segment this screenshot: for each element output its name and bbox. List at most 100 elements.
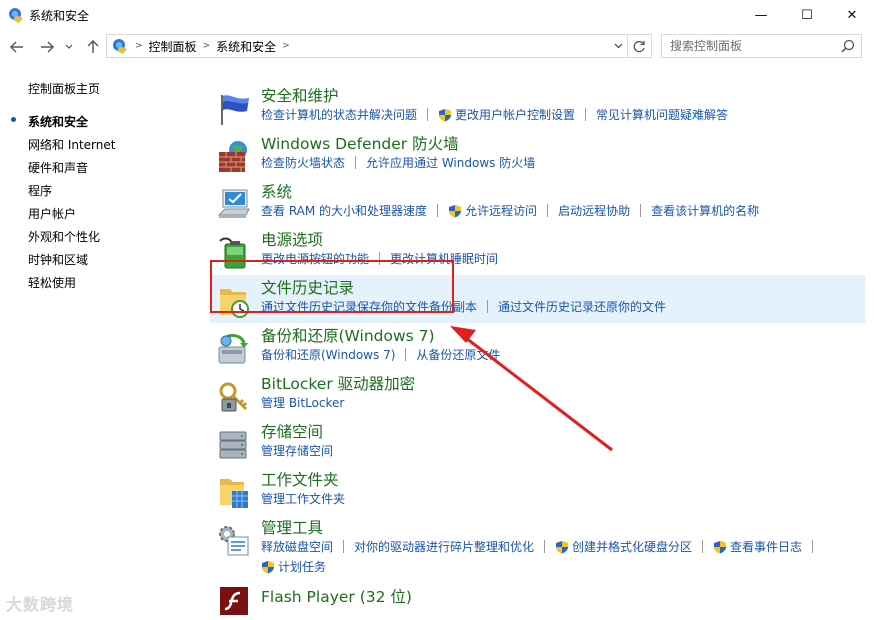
task-link[interactable]: 启动远程协助 — [558, 202, 630, 219]
category-links: 备份和还原(Windows 7) 从备份还原文件 — [261, 346, 500, 363]
search-box[interactable] — [661, 34, 862, 58]
control-panel-icon — [9, 8, 23, 23]
backup-icon — [218, 333, 248, 364]
forward-button[interactable] — [36, 35, 58, 59]
task-link[interactable]: 查看事件日志 — [730, 538, 802, 555]
task-link[interactable]: 允许应用通过 Windows 防火墙 — [366, 154, 535, 171]
refresh-icon — [633, 40, 645, 52]
task-link[interactable]: 常见计算机问题疑难解答 — [596, 106, 728, 123]
category-title[interactable]: 安全和维护 — [261, 84, 339, 106]
sidebar-item-programs[interactable]: 程序 — [28, 182, 52, 199]
category-links-row-2: 计划任务 — [261, 558, 326, 575]
category-links: 检查防火墙状态 允许应用通过 Windows 防火墙 — [261, 154, 535, 171]
window-title: 系统和安全 — [29, 9, 90, 23]
breadcrumb-system-security[interactable]: 系统和安全 — [216, 38, 276, 55]
task-link[interactable]: 管理工作文件夹 — [261, 490, 345, 507]
minimize-button[interactable]: — — [738, 0, 784, 30]
chevron-down-icon — [65, 44, 73, 49]
task-link[interactable]: 通过文件历史记录还原你的文件 — [498, 298, 666, 315]
category-title[interactable]: 工作文件夹 — [261, 468, 339, 490]
sidebar-item-hardware-sound[interactable]: 硬件和声音 — [28, 159, 88, 176]
task-link[interactable]: 对你的驱动器进行碎片整理和优化 — [354, 538, 534, 555]
category-title[interactable]: 电源选项 — [261, 228, 323, 250]
uac-shield-icon — [439, 108, 452, 121]
category-title[interactable]: 系统 — [261, 180, 292, 202]
bitlocker-icon — [219, 382, 248, 412]
category-links: 管理 BitLocker — [261, 394, 344, 411]
link-divider — [640, 204, 642, 217]
category-title[interactable]: 管理工具 — [261, 516, 323, 538]
flag-icon — [221, 95, 249, 125]
category-title[interactable]: 备份和还原(Windows 7) — [261, 324, 435, 346]
up-button[interactable] — [82, 35, 104, 59]
back-button[interactable] — [6, 35, 28, 59]
breadcrumb-separator[interactable]: > — [282, 41, 290, 51]
link-divider — [405, 348, 407, 361]
work-folders-icon — [220, 479, 248, 508]
task-link[interactable]: 管理存储空间 — [261, 442, 333, 459]
task-link[interactable]: 允许远程访问 — [465, 202, 537, 219]
breadcrumb-separator[interactable]: > — [135, 41, 143, 51]
category-firewall: Windows Defender 防火墙 检查防火墙状态 允许应用通过 Wind… — [210, 131, 865, 179]
uac-shield-icon — [449, 204, 462, 217]
link-divider — [812, 540, 814, 553]
sidebar-item-network[interactable]: 网络和 Internet — [28, 136, 115, 153]
category-storage-spaces: 存储空间 管理存储空间 — [210, 419, 865, 467]
uac-shield-icon — [714, 540, 727, 553]
category-work-folders: 工作文件夹 管理工作文件夹 — [210, 467, 865, 515]
category-links: 释放磁盘空间 对你的驱动器进行碎片整理和优化 创建并格式化硬盘分区 查看事件日志 — [261, 538, 823, 555]
category-title[interactable]: BitLocker 驱动器加密 — [261, 372, 415, 394]
link-divider — [427, 108, 429, 121]
computer-icon — [217, 189, 250, 218]
control-panel-icon — [113, 39, 127, 54]
task-link[interactable]: 查看 RAM 的大小和处理器速度 — [261, 202, 427, 219]
link-divider — [437, 204, 439, 217]
navigation-bar: > 控制面板 > 系统和安全 > — [0, 33, 874, 61]
address-history-dropdown[interactable] — [609, 35, 627, 57]
link-divider — [585, 108, 587, 121]
sidebar-item-ease-of-access[interactable]: 轻松使用 — [28, 274, 76, 291]
task-link[interactable]: 从备份还原文件 — [416, 346, 500, 363]
task-link[interactable]: 计划任务 — [278, 558, 326, 575]
task-link[interactable]: 检查防火墙状态 — [261, 154, 345, 171]
task-link[interactable]: 管理 BitLocker — [261, 394, 344, 411]
category-backup-restore: 备份和还原(Windows 7) 备份和还原(Windows 7) 从备份还原文… — [210, 323, 865, 371]
sidebar-item-user-accounts[interactable]: 用户帐户 — [28, 205, 76, 222]
category-flash-player: Flash Player (32 位) — [210, 585, 865, 617]
category-admin-tools: 管理工具 释放磁盘空间 对你的驱动器进行碎片整理和优化 创建并格式化硬盘分区 查… — [210, 515, 865, 579]
category-links: 检查计算机的状态并解决问题 更改用户帐户控制设置 常见计算机问题疑难解答 — [261, 106, 728, 123]
search-input[interactable] — [662, 39, 832, 53]
uac-shield-icon — [262, 560, 274, 573]
category-title[interactable]: 存储空间 — [261, 420, 323, 442]
close-button[interactable]: ✕ — [829, 0, 874, 30]
category-bitlocker: BitLocker 驱动器加密 管理 BitLocker — [210, 371, 865, 419]
task-link[interactable]: 备份和还原(Windows 7) — [261, 346, 395, 363]
link-divider — [343, 540, 345, 553]
sidebar-item-appearance[interactable]: 外观和个性化 — [28, 228, 100, 245]
category-security-maintenance: 安全和维护 检查计算机的状态并解决问题 更改用户帐户控制设置 常见计算机问题疑难… — [210, 83, 865, 131]
arrow-left-icon — [10, 41, 23, 53]
search-icon[interactable] — [841, 39, 855, 53]
category-title[interactable]: Flash Player (32 位) — [261, 585, 412, 607]
title-bar: 系统和安全 — ☐ ✕ — [0, 0, 874, 30]
task-link[interactable]: 释放磁盘空间 — [261, 538, 333, 555]
link-divider — [355, 156, 357, 169]
uac-shield-icon — [556, 540, 569, 553]
maximize-button[interactable]: ☐ — [784, 0, 830, 30]
task-link[interactable]: 检查计算机的状态并解决问题 — [261, 106, 417, 123]
address-bar[interactable]: > 控制面板 > 系统和安全 > — [106, 34, 628, 58]
sidebar-item-clock-region[interactable]: 时钟和区域 — [28, 251, 88, 268]
task-link[interactable]: 更改用户帐户控制设置 — [455, 106, 575, 123]
task-link[interactable]: 创建并格式化硬盘分区 — [572, 538, 692, 555]
task-link[interactable]: 查看该计算机的名称 — [651, 202, 759, 219]
category-title[interactable]: Windows Defender 防火墙 — [261, 132, 459, 154]
breadcrumb-control-panel[interactable]: 控制面板 — [149, 38, 197, 55]
recent-locations-button[interactable] — [62, 35, 76, 59]
sidebar-item-home[interactable]: 控制面板主页 — [28, 80, 100, 97]
arrow-up-icon — [87, 40, 99, 53]
current-bullet-icon — [11, 117, 16, 122]
refresh-button[interactable] — [628, 34, 652, 58]
breadcrumb-separator[interactable]: > — [203, 41, 211, 51]
annotation-highlight-box — [210, 260, 454, 313]
link-divider — [487, 300, 489, 313]
